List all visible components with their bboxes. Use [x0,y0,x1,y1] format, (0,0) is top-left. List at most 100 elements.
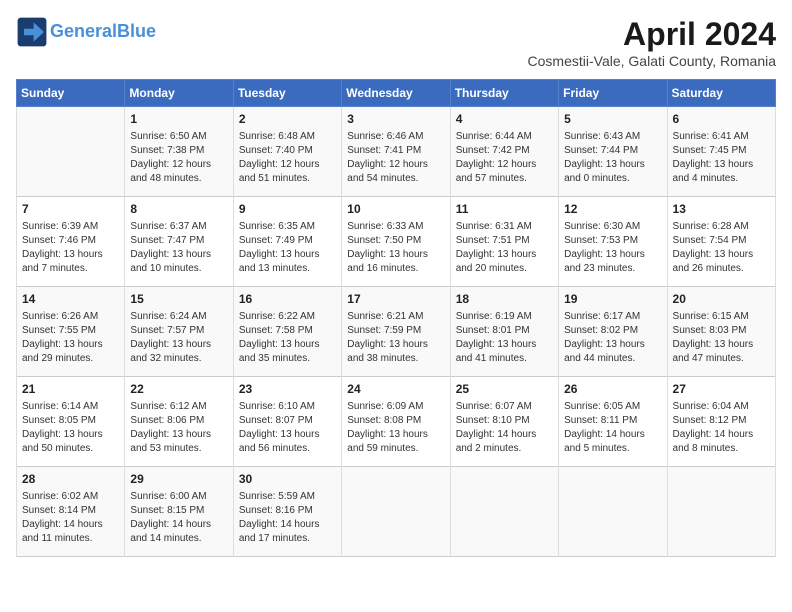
calendar-cell [450,467,558,557]
day-info: Sunrise: 6:07 AM Sunset: 8:10 PM Dayligh… [456,400,553,456]
day-info: Sunrise: 6:10 AM Sunset: 8:07 PM Dayligh… [239,400,336,456]
day-info: Sunrise: 6:02 AM Sunset: 8:14 PM Dayligh… [22,490,119,546]
day-number: 17 [347,291,444,308]
day-header: Sunday [17,80,125,107]
day-number: 10 [347,201,444,218]
calendar-cell: 25 Sunrise: 6:07 AM Sunset: 8:10 PM Dayli… [450,377,558,467]
day-number: 27 [673,381,770,398]
day-info: Sunrise: 6:41 AM Sunset: 7:45 PM Dayligh… [673,130,770,186]
day-info: Sunrise: 6:26 AM Sunset: 7:55 PM Dayligh… [22,310,119,366]
calendar-cell: 15 Sunrise: 6:24 AM Sunset: 7:57 PM Dayli… [125,287,233,377]
calendar-cell: 17Sunrise: 6:21 AM Sunset: 7:59 PM Dayli… [342,287,450,377]
calendar-week-row: 28 Sunrise: 6:02 AM Sunset: 8:14 PM Dayli… [17,467,776,557]
day-header: Thursday [450,80,558,107]
calendar-cell: 4 Sunrise: 6:44 AM Sunset: 7:42 PM Daylig… [450,107,558,197]
logo-icon [16,16,48,48]
day-number: 30 [239,471,336,488]
day-number: 8 [130,201,227,218]
day-number: 5 [564,111,661,128]
day-info: Sunrise: 6:04 AM Sunset: 8:12 PM Dayligh… [673,400,770,456]
day-info: Sunrise: 6:24 AM Sunset: 7:57 PM Dayligh… [130,310,227,366]
day-number: 4 [456,111,553,128]
day-info: Sunrise: 6:46 AM Sunset: 7:41 PM Dayligh… [347,130,444,186]
day-info: Sunrise: 6:12 AM Sunset: 8:06 PM Dayligh… [130,400,227,456]
calendar-cell: 10 Sunrise: 6:33 AM Sunset: 7:50 PM Dayli… [342,197,450,287]
logo-blue: Blue [117,21,156,41]
calendar-cell: 19Sunrise: 6:17 AM Sunset: 8:02 PM Dayli… [559,287,667,377]
day-number: 24 [347,381,444,398]
logo-text: GeneralBlue [50,22,156,42]
calendar-cell: 8Sunrise: 6:37 AM Sunset: 7:47 PM Daylig… [125,197,233,287]
day-number: 6 [673,111,770,128]
day-number: 3 [347,111,444,128]
day-header: Friday [559,80,667,107]
calendar-week-row: 21 Sunrise: 6:14 AM Sunset: 8:05 PM Dayli… [17,377,776,467]
day-number: 13 [673,201,770,218]
title-area: April 2024 Cosmestii-Vale, Galati County… [528,16,776,69]
calendar-cell: 27 Sunrise: 6:04 AM Sunset: 8:12 PM Dayli… [667,377,775,467]
day-info: Sunrise: 6:33 AM Sunset: 7:50 PM Dayligh… [347,220,444,276]
calendar-cell: 29 Sunrise: 6:00 AM Sunset: 8:15 PM Dayli… [125,467,233,557]
calendar-cell: 22 Sunrise: 6:12 AM Sunset: 8:06 PM Dayli… [125,377,233,467]
day-info: Sunrise: 6:35 AM Sunset: 7:49 PM Dayligh… [239,220,336,276]
calendar-cell: 2 Sunrise: 6:48 AM Sunset: 7:40 PM Daylig… [233,107,341,197]
day-number: 11 [456,201,553,218]
calendar-cell: 11 Sunrise: 6:31 AM Sunset: 7:51 PM Dayli… [450,197,558,287]
calendar-cell: 30Sunrise: 5:59 AM Sunset: 8:16 PM Dayli… [233,467,341,557]
day-number: 18 [456,291,553,308]
calendar-header-row: SundayMondayTuesdayWednesdayThursdayFrid… [17,80,776,107]
calendar-cell: 5Sunrise: 6:43 AM Sunset: 7:44 PM Daylig… [559,107,667,197]
calendar-cell: 21 Sunrise: 6:14 AM Sunset: 8:05 PM Dayli… [17,377,125,467]
day-number: 20 [673,291,770,308]
calendar-cell [17,107,125,197]
calendar-cell: 16Sunrise: 6:22 AM Sunset: 7:58 PM Dayli… [233,287,341,377]
day-info: Sunrise: 6:19 AM Sunset: 8:01 PM Dayligh… [456,310,553,366]
calendar-cell: 20 Sunrise: 6:15 AM Sunset: 8:03 PM Dayli… [667,287,775,377]
day-number: 28 [22,471,119,488]
day-info: Sunrise: 6:50 AM Sunset: 7:38 PM Dayligh… [130,130,227,186]
calendar-cell: 26Sunrise: 6:05 AM Sunset: 8:11 PM Dayli… [559,377,667,467]
day-number: 1 [130,111,227,128]
day-number: 2 [239,111,336,128]
day-info: Sunrise: 6:00 AM Sunset: 8:15 PM Dayligh… [130,490,227,546]
day-number: 22 [130,381,227,398]
logo: GeneralBlue [16,16,156,48]
calendar-week-row: 14 Sunrise: 6:26 AM Sunset: 7:55 PM Dayli… [17,287,776,377]
calendar-cell: 14 Sunrise: 6:26 AM Sunset: 7:55 PM Dayli… [17,287,125,377]
calendar-cell: 9 Sunrise: 6:35 AM Sunset: 7:49 PM Daylig… [233,197,341,287]
calendar-cell: 24Sunrise: 6:09 AM Sunset: 8:08 PM Dayli… [342,377,450,467]
day-header: Monday [125,80,233,107]
calendar-cell: 3 Sunrise: 6:46 AM Sunset: 7:41 PM Daylig… [342,107,450,197]
day-number: 29 [130,471,227,488]
day-header: Tuesday [233,80,341,107]
calendar-cell: 23Sunrise: 6:10 AM Sunset: 8:07 PM Dayli… [233,377,341,467]
day-number: 15 [130,291,227,308]
month-title: April 2024 [528,16,776,53]
calendar-week-row: 1 Sunrise: 6:50 AM Sunset: 7:38 PM Daylig… [17,107,776,197]
day-info: Sunrise: 6:31 AM Sunset: 7:51 PM Dayligh… [456,220,553,276]
calendar-cell: 12 Sunrise: 6:30 AM Sunset: 7:53 PM Dayli… [559,197,667,287]
day-number: 21 [22,381,119,398]
calendar-cell: 18 Sunrise: 6:19 AM Sunset: 8:01 PM Dayli… [450,287,558,377]
day-info: Sunrise: 6:17 AM Sunset: 8:02 PM Dayligh… [564,310,661,366]
day-info: Sunrise: 6:14 AM Sunset: 8:05 PM Dayligh… [22,400,119,456]
day-number: 14 [22,291,119,308]
day-info: Sunrise: 6:48 AM Sunset: 7:40 PM Dayligh… [239,130,336,186]
calendar-week-row: 7Sunrise: 6:39 AM Sunset: 7:46 PM Daylig… [17,197,776,287]
calendar-cell: 6 Sunrise: 6:41 AM Sunset: 7:45 PM Daylig… [667,107,775,197]
day-number: 12 [564,201,661,218]
day-info: Sunrise: 6:44 AM Sunset: 7:42 PM Dayligh… [456,130,553,186]
calendar-cell: 28 Sunrise: 6:02 AM Sunset: 8:14 PM Dayli… [17,467,125,557]
calendar-cell: 13Sunrise: 6:28 AM Sunset: 7:54 PM Dayli… [667,197,775,287]
day-header: Wednesday [342,80,450,107]
day-number: 7 [22,201,119,218]
day-info: Sunrise: 6:05 AM Sunset: 8:11 PM Dayligh… [564,400,661,456]
calendar-cell: 7Sunrise: 6:39 AM Sunset: 7:46 PM Daylig… [17,197,125,287]
day-info: Sunrise: 6:15 AM Sunset: 8:03 PM Dayligh… [673,310,770,366]
day-info: Sunrise: 6:30 AM Sunset: 7:53 PM Dayligh… [564,220,661,276]
day-number: 9 [239,201,336,218]
calendar-cell [667,467,775,557]
day-number: 25 [456,381,553,398]
calendar-cell [559,467,667,557]
page-header: GeneralBlue April 2024 Cosmestii-Vale, G… [16,16,776,69]
